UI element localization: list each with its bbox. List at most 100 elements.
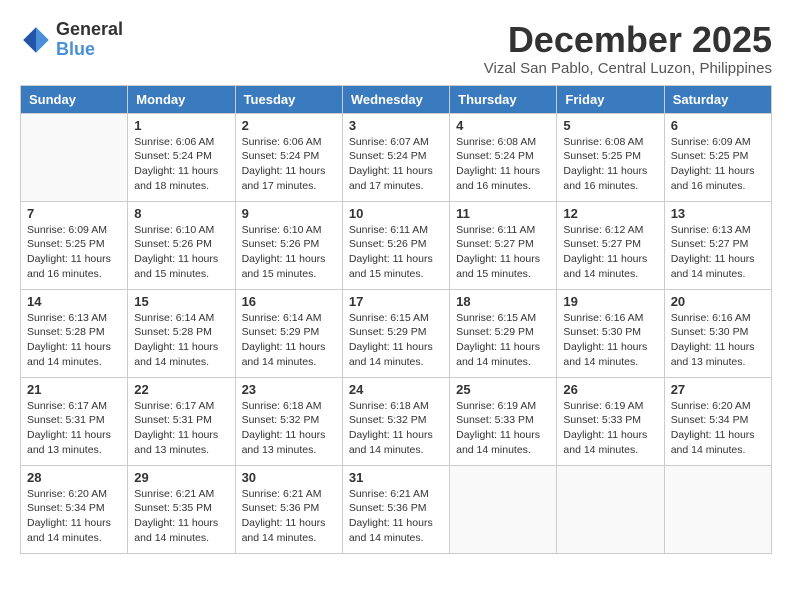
location: Vizal San Pablo, Central Luzon, Philippi… bbox=[484, 60, 772, 77]
day-number: 10 bbox=[349, 206, 443, 221]
title-section: December 2025 Vizal San Pablo, Central L… bbox=[484, 20, 772, 77]
logo-blue: Blue bbox=[56, 40, 123, 60]
calendar-cell: 30 Sunrise: 6:21 AMSunset: 5:36 PMDayligh… bbox=[235, 465, 342, 553]
day-number: 7 bbox=[27, 206, 121, 221]
day-number: 20 bbox=[671, 294, 765, 309]
day-number: 5 bbox=[563, 118, 657, 133]
day-number: 26 bbox=[563, 382, 657, 397]
calendar-cell: 11 Sunrise: 6:11 AMSunset: 5:27 PMDayligh… bbox=[450, 201, 557, 289]
day-number: 31 bbox=[349, 470, 443, 485]
calendar-cell: 19 Sunrise: 6:16 AMSunset: 5:30 PMDayligh… bbox=[557, 289, 664, 377]
day-info: Sunrise: 6:10 AMSunset: 5:26 PMDaylight:… bbox=[134, 223, 228, 282]
logo-general: General bbox=[56, 20, 123, 40]
logo-icon bbox=[20, 24, 52, 56]
day-number: 13 bbox=[671, 206, 765, 221]
day-number: 15 bbox=[134, 294, 228, 309]
day-number: 9 bbox=[242, 206, 336, 221]
day-info: Sunrise: 6:18 AMSunset: 5:32 PMDaylight:… bbox=[349, 399, 443, 458]
weekday-header: Saturday bbox=[664, 85, 771, 113]
day-number: 22 bbox=[134, 382, 228, 397]
day-info: Sunrise: 6:19 AMSunset: 5:33 PMDaylight:… bbox=[563, 399, 657, 458]
calendar-cell: 7 Sunrise: 6:09 AMSunset: 5:25 PMDaylight… bbox=[21, 201, 128, 289]
calendar-cell: 10 Sunrise: 6:11 AMSunset: 5:26 PMDayligh… bbox=[342, 201, 449, 289]
calendar-cell bbox=[450, 465, 557, 553]
calendar-cell: 29 Sunrise: 6:21 AMSunset: 5:35 PMDayligh… bbox=[128, 465, 235, 553]
calendar-cell: 13Sunrise: 6:13 AMSunset: 5:27 PMDayligh… bbox=[664, 201, 771, 289]
logo-text: General Blue bbox=[56, 20, 123, 60]
weekday-header: Friday bbox=[557, 85, 664, 113]
day-info: Sunrise: 6:06 AMSunset: 5:24 PMDaylight:… bbox=[242, 135, 336, 194]
day-number: 30 bbox=[242, 470, 336, 485]
calendar-cell: 23 Sunrise: 6:18 AMSunset: 5:32 PMDayligh… bbox=[235, 377, 342, 465]
calendar-cell: 27 Sunrise: 6:20 AMSunset: 5:34 PMDayligh… bbox=[664, 377, 771, 465]
logo: General Blue bbox=[20, 20, 123, 60]
day-info: Sunrise: 6:08 AMSunset: 5:24 PMDaylight:… bbox=[456, 135, 550, 194]
day-number: 1 bbox=[134, 118, 228, 133]
day-info: Sunrise: 6:07 AMSunset: 5:24 PMDaylight:… bbox=[349, 135, 443, 194]
day-info: Sunrise: 6:21 AMSunset: 5:36 PMDaylight:… bbox=[349, 487, 443, 546]
day-number: 25 bbox=[456, 382, 550, 397]
calendar-cell: 24 Sunrise: 6:18 AMSunset: 5:32 PMDayligh… bbox=[342, 377, 449, 465]
weekday-header: Wednesday bbox=[342, 85, 449, 113]
day-number: 6 bbox=[671, 118, 765, 133]
calendar-cell: 25 Sunrise: 6:19 AMSunset: 5:33 PMDayligh… bbox=[450, 377, 557, 465]
calendar-cell: 3Sunrise: 6:07 AMSunset: 5:24 PMDaylight… bbox=[342, 113, 449, 201]
day-number: 29 bbox=[134, 470, 228, 485]
day-number: 11 bbox=[456, 206, 550, 221]
day-number: 28 bbox=[27, 470, 121, 485]
calendar-week-row: 1 Sunrise: 6:06 AMSunset: 5:24 PMDaylight… bbox=[21, 113, 772, 201]
calendar-cell: 21Sunrise: 6:17 AMSunset: 5:31 PMDayligh… bbox=[21, 377, 128, 465]
day-info: Sunrise: 6:09 AMSunset: 5:25 PMDaylight:… bbox=[27, 223, 121, 282]
calendar-cell: 22 Sunrise: 6:17 AMSunset: 5:31 PMDayligh… bbox=[128, 377, 235, 465]
day-info: Sunrise: 6:17 AMSunset: 5:31 PMDaylight:… bbox=[134, 399, 228, 458]
day-number: 16 bbox=[242, 294, 336, 309]
day-info: Sunrise: 6:15 AMSunset: 5:29 PMDaylight:… bbox=[456, 311, 550, 370]
calendar-cell bbox=[664, 465, 771, 553]
calendar-cell bbox=[557, 465, 664, 553]
day-number: 21 bbox=[27, 382, 121, 397]
calendar-table: SundayMondayTuesdayWednesdayThursdayFrid… bbox=[20, 85, 772, 554]
day-info: Sunrise: 6:20 AMSunset: 5:34 PMDaylight:… bbox=[27, 487, 121, 546]
calendar-cell: 2 Sunrise: 6:06 AMSunset: 5:24 PMDaylight… bbox=[235, 113, 342, 201]
calendar-cell: 31 Sunrise: 6:21 AMSunset: 5:36 PMDayligh… bbox=[342, 465, 449, 553]
day-number: 14 bbox=[27, 294, 121, 309]
day-info: Sunrise: 6:19 AMSunset: 5:33 PMDaylight:… bbox=[456, 399, 550, 458]
day-info: Sunrise: 6:16 AMSunset: 5:30 PMDaylight:… bbox=[671, 311, 765, 370]
calendar-cell: 9Sunrise: 6:10 AMSunset: 5:26 PMDaylight… bbox=[235, 201, 342, 289]
day-number: 23 bbox=[242, 382, 336, 397]
day-number: 17 bbox=[349, 294, 443, 309]
day-info: Sunrise: 6:20 AMSunset: 5:34 PMDaylight:… bbox=[671, 399, 765, 458]
day-number: 19 bbox=[563, 294, 657, 309]
calendar-cell: 15 Sunrise: 6:14 AMSunset: 5:28 PMDayligh… bbox=[128, 289, 235, 377]
day-number: 27 bbox=[671, 382, 765, 397]
day-info: Sunrise: 6:08 AMSunset: 5:25 PMDaylight:… bbox=[563, 135, 657, 194]
weekday-header: Sunday bbox=[21, 85, 128, 113]
day-info: Sunrise: 6:16 AMSunset: 5:30 PMDaylight:… bbox=[563, 311, 657, 370]
day-info: Sunrise: 6:13 AMSunset: 5:28 PMDaylight:… bbox=[27, 311, 121, 370]
weekday-header: Monday bbox=[128, 85, 235, 113]
calendar-cell: 17 Sunrise: 6:15 AMSunset: 5:29 PMDayligh… bbox=[342, 289, 449, 377]
day-info: Sunrise: 6:15 AMSunset: 5:29 PMDaylight:… bbox=[349, 311, 443, 370]
calendar-cell: 26 Sunrise: 6:19 AMSunset: 5:33 PMDayligh… bbox=[557, 377, 664, 465]
day-info: Sunrise: 6:21 AMSunset: 5:36 PMDaylight:… bbox=[242, 487, 336, 546]
day-number: 2 bbox=[242, 118, 336, 133]
day-number: 24 bbox=[349, 382, 443, 397]
calendar-cell: 8Sunrise: 6:10 AMSunset: 5:26 PMDaylight… bbox=[128, 201, 235, 289]
day-number: 12 bbox=[563, 206, 657, 221]
calendar-cell: 4Sunrise: 6:08 AMSunset: 5:24 PMDaylight… bbox=[450, 113, 557, 201]
calendar-week-row: 28 Sunrise: 6:20 AMSunset: 5:34 PMDayligh… bbox=[21, 465, 772, 553]
day-info: Sunrise: 6:09 AMSunset: 5:25 PMDaylight:… bbox=[671, 135, 765, 194]
calendar-cell: 18Sunrise: 6:15 AMSunset: 5:29 PMDayligh… bbox=[450, 289, 557, 377]
day-info: Sunrise: 6:18 AMSunset: 5:32 PMDaylight:… bbox=[242, 399, 336, 458]
calendar-cell: 12Sunrise: 6:12 AMSunset: 5:27 PMDayligh… bbox=[557, 201, 664, 289]
day-info: Sunrise: 6:14 AMSunset: 5:28 PMDaylight:… bbox=[134, 311, 228, 370]
day-info: Sunrise: 6:14 AMSunset: 5:29 PMDaylight:… bbox=[242, 311, 336, 370]
calendar-cell: 16 Sunrise: 6:14 AMSunset: 5:29 PMDayligh… bbox=[235, 289, 342, 377]
calendar-cell: 14 Sunrise: 6:13 AMSunset: 5:28 PMDayligh… bbox=[21, 289, 128, 377]
month-title: December 2025 bbox=[484, 20, 772, 60]
day-info: Sunrise: 6:21 AMSunset: 5:35 PMDaylight:… bbox=[134, 487, 228, 546]
calendar-week-row: 14 Sunrise: 6:13 AMSunset: 5:28 PMDayligh… bbox=[21, 289, 772, 377]
day-info: Sunrise: 6:11 AMSunset: 5:27 PMDaylight:… bbox=[456, 223, 550, 282]
calendar-cell: 5 Sunrise: 6:08 AMSunset: 5:25 PMDaylight… bbox=[557, 113, 664, 201]
day-info: Sunrise: 6:11 AMSunset: 5:26 PMDaylight:… bbox=[349, 223, 443, 282]
